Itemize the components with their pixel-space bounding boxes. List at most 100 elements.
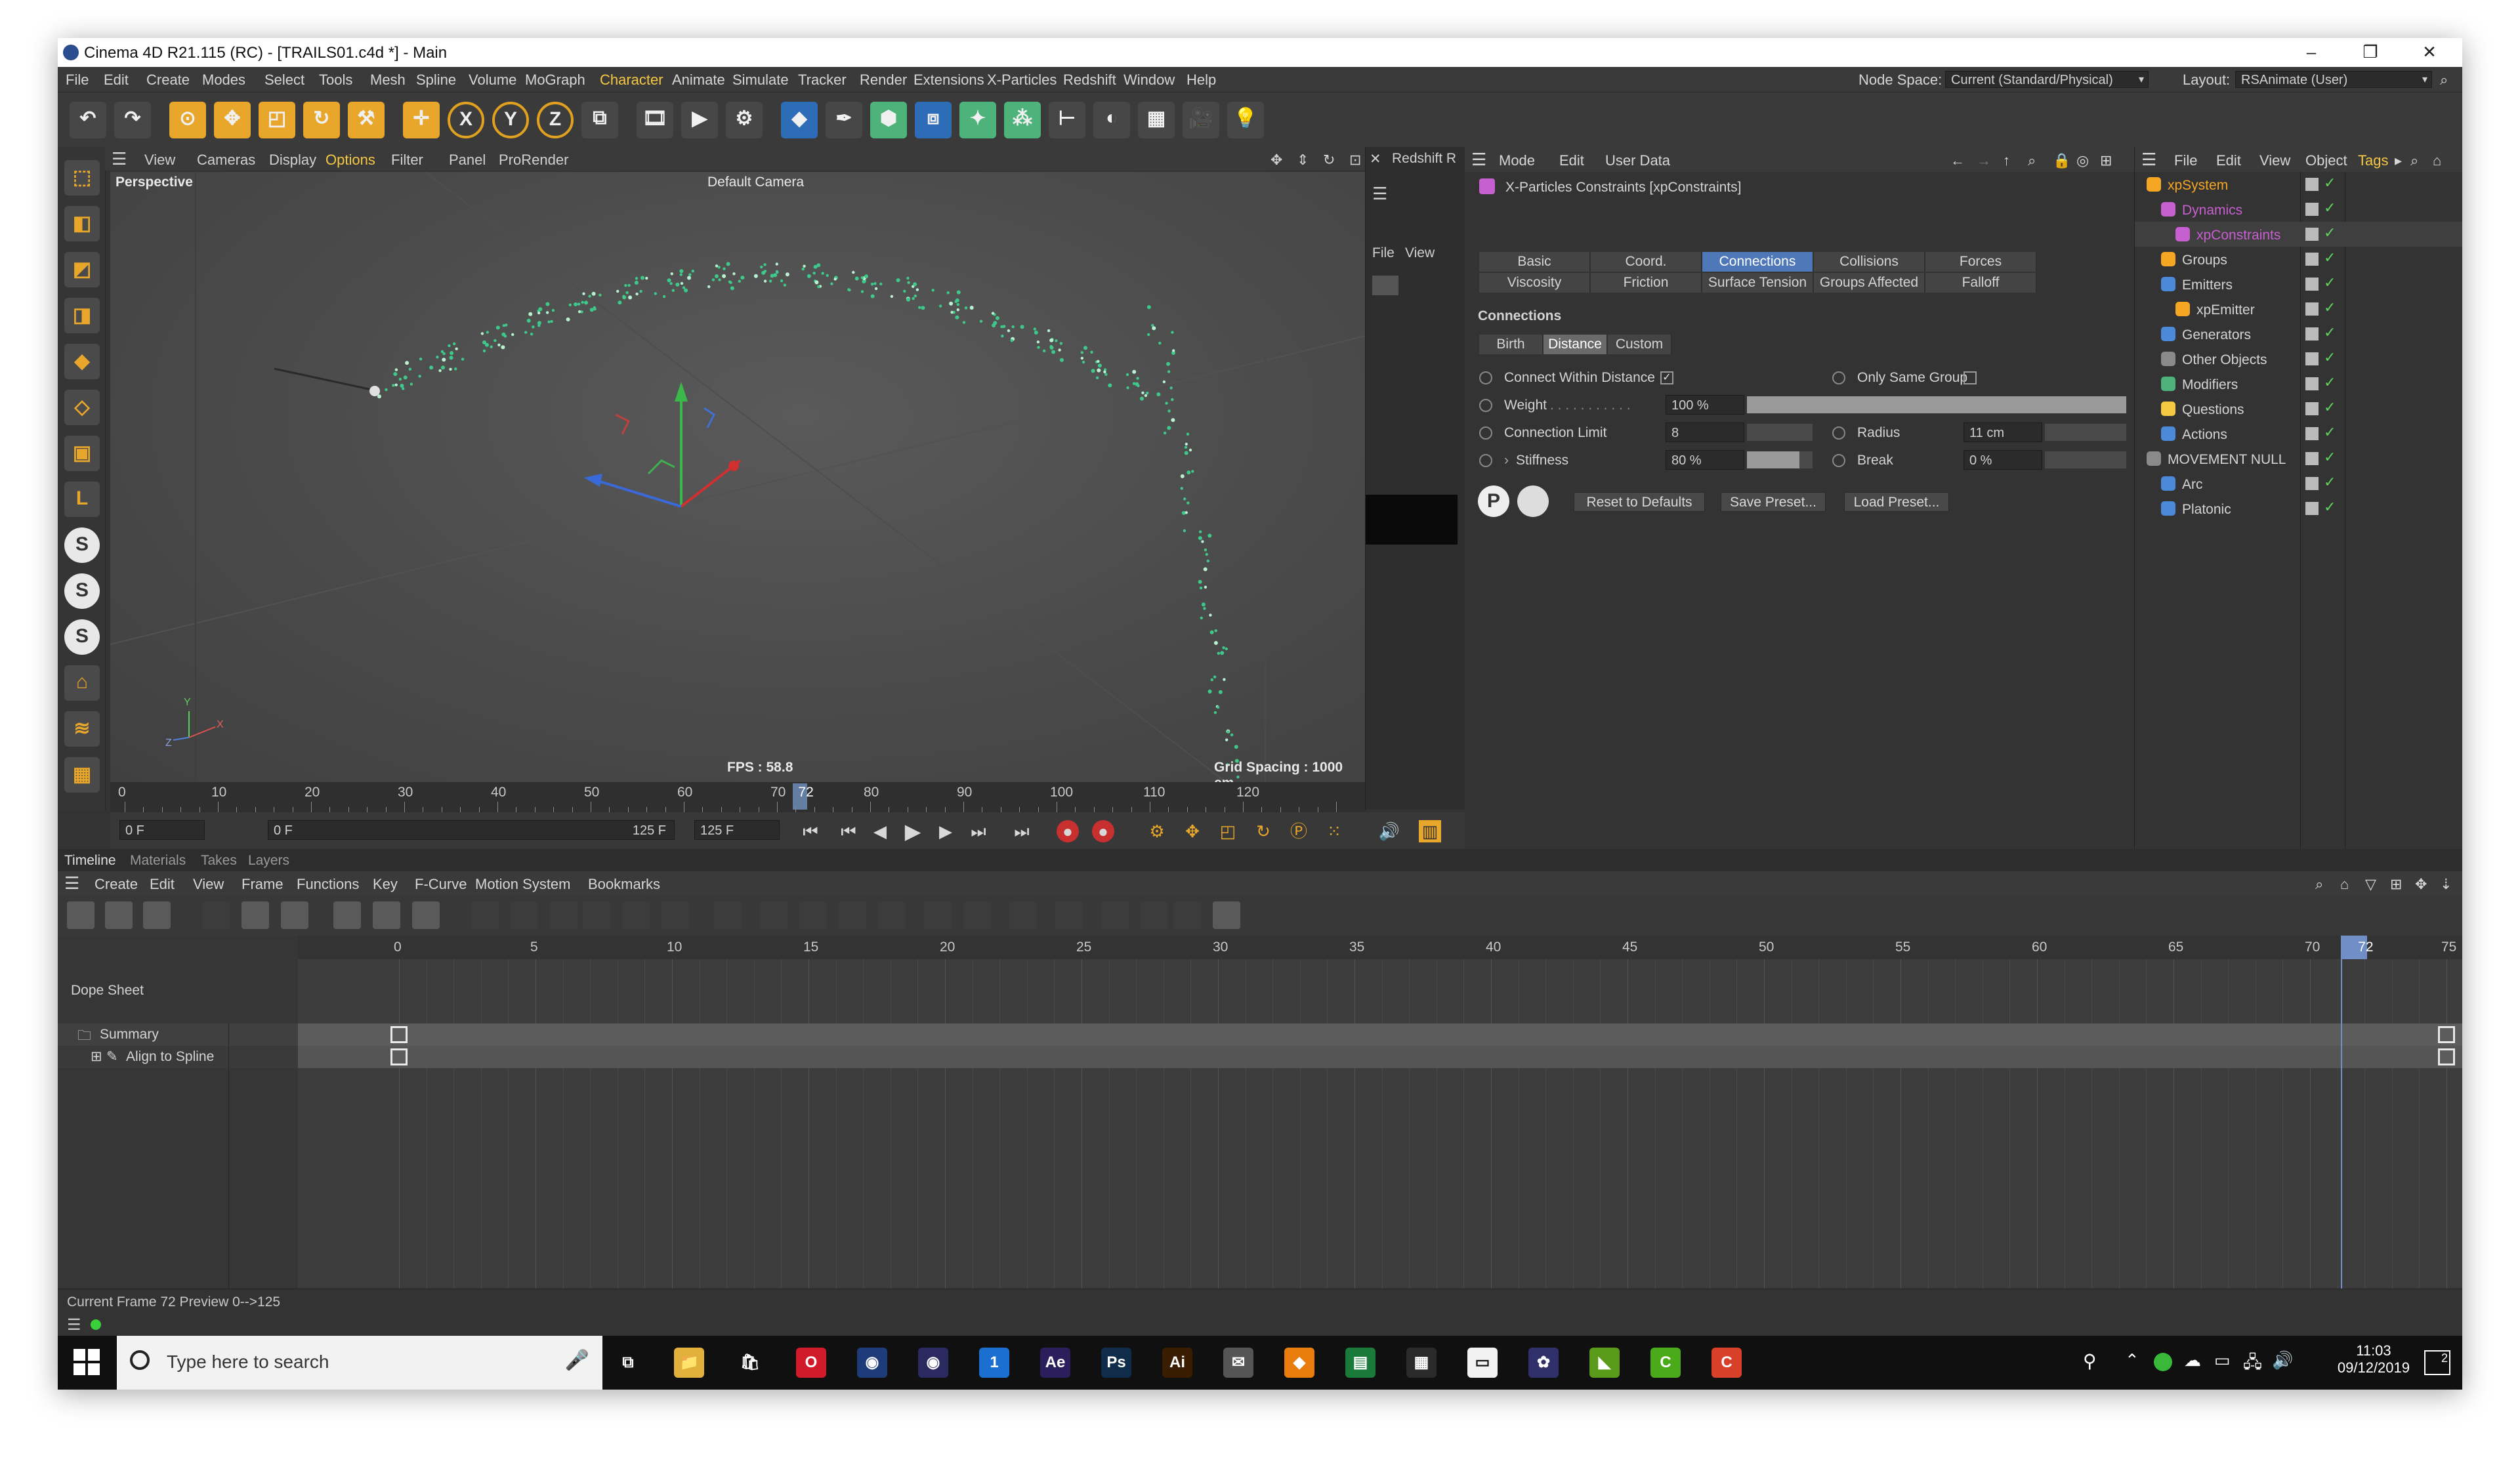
object-row-movement-null[interactable]: MOVEMENT NULL ✓ [2135,446,2462,471]
enabled-check-icon[interactable]: ✓ [2324,449,2336,466]
viewport-menu-prorender[interactable]: ProRender [499,152,568,169]
menubar-search-icon[interactable]: ⌕ [2440,72,2448,89]
break-field[interactable]: 0 % [1964,450,2042,470]
om-search-icon[interactable]: ⌕ [2410,152,2418,169]
summary-track[interactable]: 🗀 Summary [58,1023,298,1046]
visibility-flag-icon[interactable] [2305,228,2319,241]
ds-new-icon[interactable]: ⊞ [2390,876,2402,893]
dopesheet-menu-view[interactable]: View [193,876,224,893]
onepassword-icon[interactable]: 1 [979,1348,1009,1378]
dopesheet-grid[interactable]: 0 5 10 15 20 25 30 35 40 45 50 55 60 65 70 72 75 [298,936,2462,1289]
dopesheet-tool-icon-18[interactable] [839,901,866,929]
previous-frame-icon[interactable]: ◀ [869,820,891,842]
enabled-check-icon[interactable]: ✓ [2324,374,2336,391]
model-mode-icon[interactable]: ◧ [64,206,100,241]
object-manager-menu-icon[interactable]: ☰ [2141,150,2156,170]
key-scale-icon[interactable]: ◰ [1217,820,1239,842]
snap-icon-3[interactable]: S [64,619,100,655]
enabled-check-icon[interactable]: ✓ [2324,474,2336,491]
polygons-mode-icon[interactable]: ▣ [64,436,100,471]
move-view-icon[interactable]: ✥ [1270,152,1282,169]
tab-falloff[interactable]: Falloff [1925,273,2036,293]
visibility-flag-icon[interactable] [2305,427,2319,440]
subtab-custom[interactable]: Custom [1608,335,1671,354]
menu-simulate[interactable]: Simulate [732,72,789,89]
menu-redshift[interactable]: Redshift [1063,72,1116,89]
attributes-userdata-menu[interactable]: User Data [1605,152,1670,169]
radius-slider[interactable] [2045,424,2126,441]
only-same-group-radio[interactable] [1832,371,1845,384]
connection-limit-slider[interactable] [1747,424,1813,441]
dopesheet-tool-icon-24[interactable] [1101,901,1129,929]
tab-collisions[interactable]: Collisions [1814,252,1925,272]
object-row-xpemitter[interactable]: xpEmitter ✓ [2135,297,2462,321]
record-icon[interactable]: ● [1092,820,1114,842]
subtab-birth[interactable]: Birth [1479,335,1543,354]
key-position-icon[interactable]: ✥ [1181,820,1204,842]
subtab-distance[interactable]: Distance [1544,335,1607,354]
dopesheet-tool-icon-14[interactable] [662,901,689,929]
autokey-icon[interactable]: ● [1057,820,1079,842]
visibility-flag-icon[interactable] [2305,502,2319,515]
play-icon[interactable]: ▶ [902,820,924,842]
visibility-flag-icon[interactable] [2305,253,2319,266]
object-row-dynamics[interactable]: Dynamics ✓ [2135,197,2462,222]
keyframe-align-0[interactable] [390,1048,408,1065]
om-edit-menu[interactable]: Edit [2216,152,2241,169]
dopesheet-menu-create[interactable]: Create [94,876,138,893]
dopesheet-tool-icon-17[interactable] [799,901,827,929]
dopesheet-menu-motion-system[interactable]: Motion System [475,876,571,893]
grid-icon[interactable]: ▦ [64,757,100,793]
deformer-icon[interactable]: ✦ [959,102,996,138]
only-same-group-checkbox[interactable] [1964,371,1977,384]
tab-friction[interactable]: Friction [1591,273,1702,293]
dopesheet-tool-icon-13[interactable] [622,901,650,929]
viewport-menu-icon[interactable]: ☰ [112,149,127,169]
viewport-menu-cameras[interactable]: Cameras [197,152,255,169]
microphone-icon[interactable]: 🎤 [565,1349,589,1372]
dopesheet-tool-icon-3[interactable] [202,901,230,929]
tab-connections[interactable]: Connections [1702,252,1813,272]
enabled-check-icon[interactable]: ✓ [2324,349,2336,366]
dopesheet-tool-icon-4[interactable] [242,901,269,929]
start-frame-field[interactable]: 0 F [119,820,205,840]
visibility-flag-icon[interactable] [2305,402,2319,415]
tray-expand-icon[interactable]: ⌃ [2125,1350,2139,1371]
network-icon[interactable]: 🖧 [2243,1350,2262,1379]
make-editable-icon[interactable]: ⬚ [64,160,100,196]
dopesheet-tool-icon-9[interactable] [471,901,499,929]
points-mode-icon[interactable]: ◆ [64,344,100,379]
mograph-icon[interactable]: ⁂ [1004,102,1041,138]
search-icon[interactable]: ⌕ [2028,152,2036,169]
go-to-start-icon[interactable]: ⏮ [799,820,822,842]
cinema4d-alt-icon[interactable]: ◉ [918,1348,948,1378]
render-view-icon[interactable]: ▶ [681,102,718,138]
visibility-flag-icon[interactable] [2305,278,2319,291]
enabled-check-icon[interactable]: ✓ [2324,274,2336,291]
redo-icon[interactable]: ↷ [114,102,151,138]
enabled-check-icon[interactable]: ✓ [2324,249,2336,266]
enabled-check-icon[interactable]: ✓ [2324,324,2336,341]
preview-range-slider[interactable]: 0 F 125 F [268,820,675,840]
windows-start-icon[interactable] [74,1349,100,1375]
y-axis-icon[interactable]: Y [492,102,529,138]
enabled-check-icon[interactable]: ✓ [2324,199,2336,217]
app-green-icon[interactable]: C [1650,1348,1681,1378]
menu-mograph[interactable]: MoGraph [525,72,585,89]
dopesheet-menu-functions[interactable]: Functions [297,876,359,893]
key-rotation-icon[interactable]: ↻ [1252,820,1274,842]
task-view-icon[interactable]: ⧉ [613,1348,643,1378]
tab-coord-[interactable]: Coord. [1591,252,1702,272]
illustrator-icon[interactable]: Ai [1162,1348,1192,1378]
tab-viscosity[interactable]: Viscosity [1479,273,1590,293]
dopesheet-tool-icon-16[interactable] [760,901,788,929]
reset-to-defaults-button[interactable]: Reset to Defaults [1574,492,1705,512]
dopesheet-tool-icon-19[interactable] [878,901,906,929]
status-menu-icon[interactable]: ☰ [67,1315,81,1334]
dopesheet-menu-edit[interactable]: Edit [150,876,175,893]
ds-move-icon[interactable]: ✥ [2415,876,2427,893]
visibility-flag-icon[interactable] [2305,477,2319,490]
keyframe-summary-0[interactable] [390,1026,408,1043]
object-row-other-objects[interactable]: Other Objects ✓ [2135,346,2462,371]
rotate-view-icon[interactable]: ↻ [1323,152,1335,169]
